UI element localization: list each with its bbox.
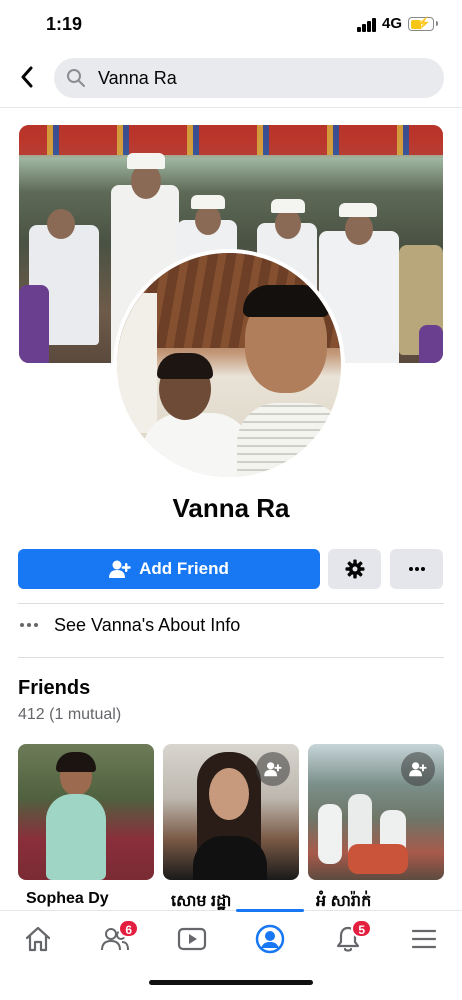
add-friend-button[interactable]: Add Friend — [18, 549, 320, 589]
search-icon — [67, 69, 85, 87]
profile-name: Vanna Ra — [172, 493, 290, 523]
nav-profile[interactable] — [250, 921, 290, 957]
search-header: Vanna Ra — [0, 50, 462, 108]
battery-icon: ⚡ — [408, 16, 438, 31]
add-friend-icon — [264, 762, 282, 777]
add-friend-badge[interactable] — [256, 752, 290, 786]
nav-home[interactable] — [18, 921, 58, 957]
back-button[interactable] — [14, 62, 40, 92]
friends-title[interactable]: Friends — [18, 677, 90, 700]
add-friend-icon — [109, 560, 131, 578]
more-dots-icon — [408, 567, 425, 571]
friend-name: Sophea Dy — [26, 890, 109, 907]
cover-tent — [19, 125, 443, 155]
charging-icon: ⚡ — [416, 16, 431, 30]
nav-menu[interactable] — [404, 921, 444, 957]
nav-notifications[interactable]: 5 — [328, 919, 372, 957]
about-info-link[interactable]: See Vanna's About Info — [18, 610, 240, 640]
home-icon — [25, 926, 51, 952]
more-dots-icon — [20, 623, 38, 627]
friend-photo[interactable] — [18, 744, 154, 880]
nav-watch[interactable] — [172, 921, 212, 957]
signal-icon — [357, 18, 377, 32]
add-friend-icon — [409, 762, 427, 777]
bottom-nav: 6 5 — [0, 909, 462, 1000]
home-indicator — [149, 980, 313, 985]
about-info-label: See Vanna's About Info — [54, 614, 241, 635]
divider — [18, 603, 444, 604]
friend-card[interactable]: សោម រដ្ឋា — [163, 744, 299, 914]
profile-icon — [255, 924, 285, 954]
back-arrow-icon — [21, 66, 33, 88]
notifications-badge: 5 — [351, 919, 372, 938]
search-input[interactable]: Vanna Ra — [54, 58, 444, 98]
gear-icon — [345, 559, 364, 579]
more-options-button[interactable] — [390, 549, 443, 589]
settings-button[interactable] — [328, 549, 381, 589]
network-type: 4G — [382, 15, 403, 32]
status-time: 1:19 — [46, 14, 83, 34]
friends-count: 412 (1 mutual) — [18, 706, 122, 723]
friend-card[interactable]: អំ សារ៉ាក់ — [308, 744, 444, 914]
add-friend-label: Add Friend — [139, 559, 229, 578]
watch-icon — [177, 927, 207, 951]
nav-friends[interactable]: 6 — [95, 919, 139, 957]
add-friend-badge[interactable] — [401, 752, 435, 786]
divider — [18, 657, 444, 658]
friend-card[interactable]: Sophea Dy — [18, 744, 154, 914]
menu-icon — [411, 929, 437, 949]
status-bar: 1:19 4G ⚡ — [0, 0, 462, 50]
active-tab-indicator — [236, 909, 304, 912]
friends-badge: 6 — [118, 919, 139, 938]
profile-picture[interactable] — [117, 253, 341, 477]
search-value: Vanna Ra — [98, 68, 177, 88]
